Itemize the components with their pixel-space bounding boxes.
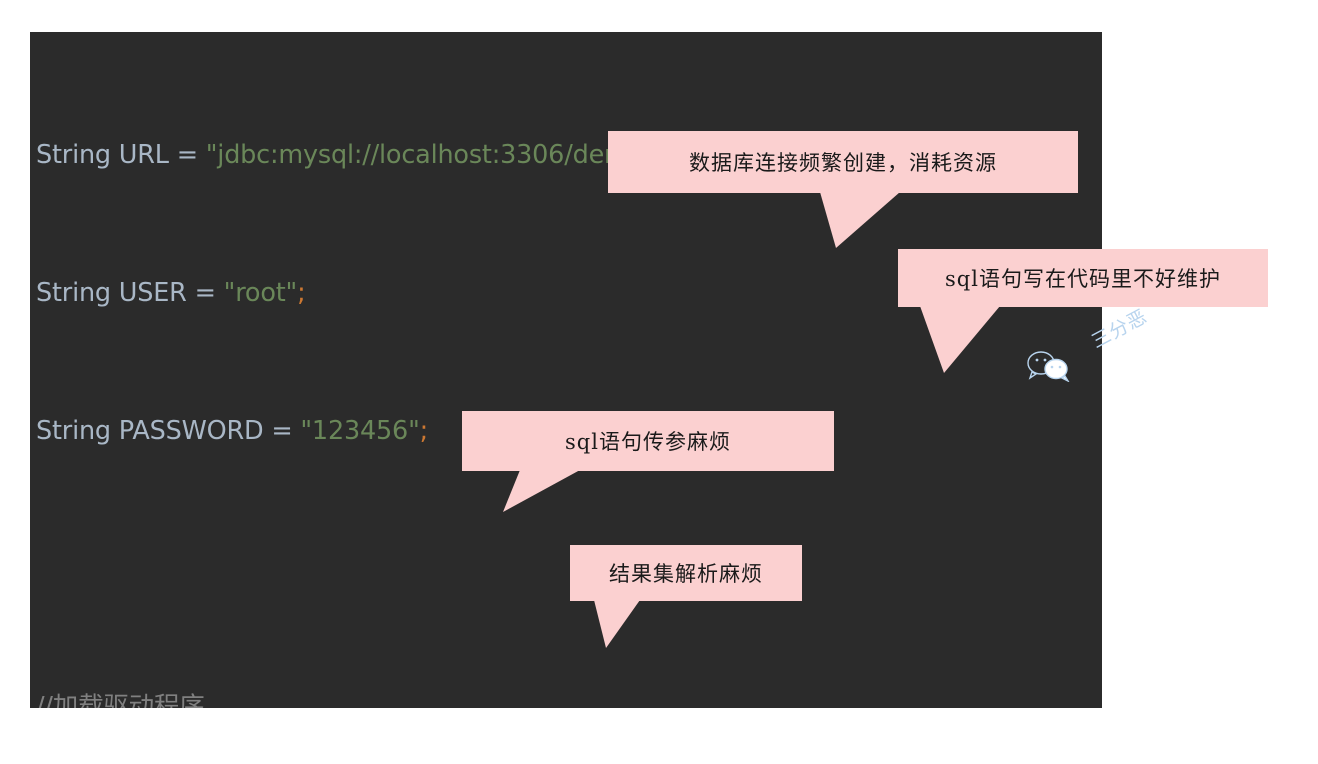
callout-connection-cost[interactable]: 数据库连接频繁创建，消耗资源 — [608, 131, 1078, 193]
callout-sql-maintenance[interactable]: sql语句写在代码里不好维护 — [898, 249, 1268, 307]
callout-resultset-parsing[interactable]: 结果集解析麻烦 — [570, 545, 802, 601]
callout-sql-params[interactable]: sql语句传参麻烦 — [462, 411, 834, 471]
